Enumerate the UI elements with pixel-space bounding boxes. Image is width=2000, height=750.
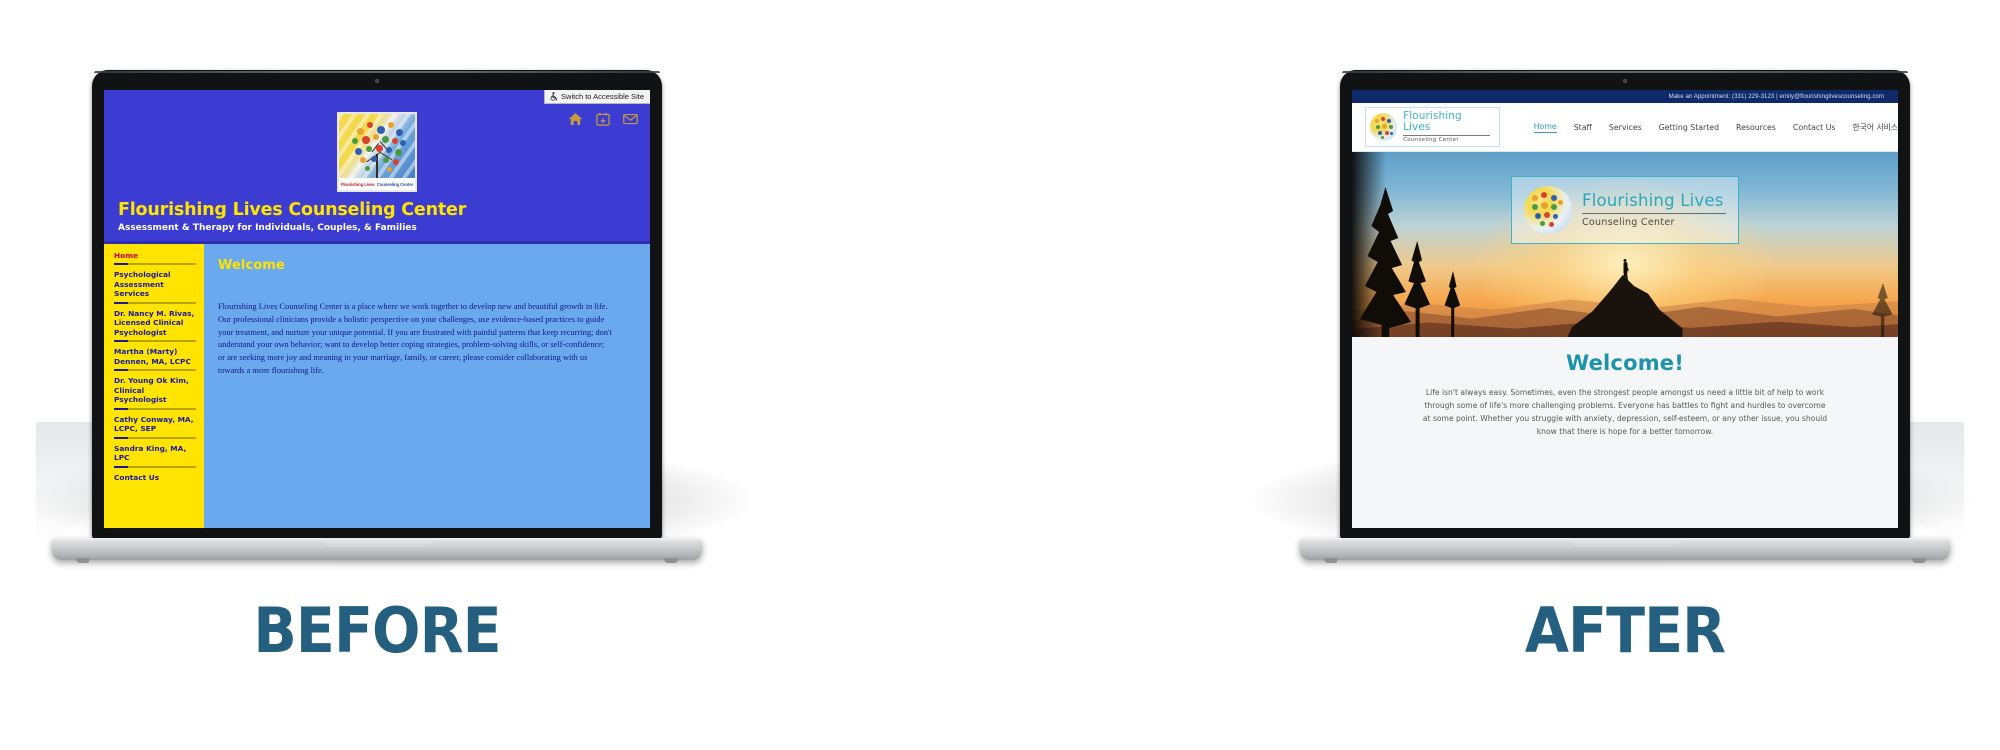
after-website: Make an Appointment: (331) 229-3123 | em… xyxy=(1352,90,1898,528)
before-webcam xyxy=(375,79,379,83)
after-hero-image: Flourishing Lives Counseling Center xyxy=(1352,152,1898,337)
sidebar-divider xyxy=(114,369,196,372)
accessible-site-toggle-wrap: Switch to Accessible Site xyxy=(544,90,650,104)
after-caption: AFTER xyxy=(1524,594,1726,667)
after-laptop-lid: Make an Appointment: (331) 229-3123 | em… xyxy=(1340,70,1910,540)
after-navbar: Flourishing Lives Counseling Center Home… xyxy=(1352,103,1898,152)
before-site-title: Flourishing Lives Counseling Center xyxy=(118,200,467,220)
brand-text: Flourishing Lives Counseling Center xyxy=(1403,109,1490,144)
laptop-foot-right xyxy=(1912,558,1926,563)
tab-resources[interactable]: Resources xyxy=(1736,123,1776,132)
after-welcome-paragraph: Life isn't always easy. Sometimes, even … xyxy=(1422,388,1828,437)
before-content-paragraph: Flourishing Lives Counseling Center is a… xyxy=(218,302,612,375)
sidebar-item-label: Cathy Conway, MA, LCPC, SEP xyxy=(114,414,194,434)
brand-logo-block[interactable]: Flourishing Lives Counseling Center xyxy=(1365,106,1500,148)
after-laptop-base xyxy=(1300,538,1950,563)
sidebar-item-cathy-conway[interactable]: Cathy Conway, MA, LCPC, SEP xyxy=(104,415,204,439)
sidebar-item-young-ok-kim[interactable]: Dr. Young Ok Kim, Clinical Psychologist xyxy=(104,376,204,410)
sidebar-item-home[interactable]: Home xyxy=(104,251,204,266)
before-website: Switch to Accessible Site Flourishing Li… xyxy=(104,90,650,528)
laptop-foot-left xyxy=(76,558,90,563)
sidebar-item-label: Dr. Young Ok Kim, Clinical Psychologist xyxy=(114,376,189,405)
tab-home[interactable]: Home xyxy=(1533,122,1557,133)
after-webcam xyxy=(1623,79,1627,83)
appointment-contact-text[interactable]: Make an Appointment: (331) 229-3123 | em… xyxy=(1669,93,1884,100)
before-header-icons xyxy=(568,112,638,126)
after-menu: Home Staff Services Getting Started Reso… xyxy=(1533,122,1898,133)
brand-line2: Counseling Center xyxy=(1403,136,1459,143)
hero-hiker-silhouette xyxy=(1622,259,1630,282)
tab-korean-services[interactable]: 한국어 서비스 xyxy=(1852,122,1898,133)
hero-title: Flourishing Lives xyxy=(1582,190,1724,210)
before-tree-logo: Flourishing Lives Counseling Center xyxy=(337,112,417,192)
before-caption: BEFORE xyxy=(253,594,501,667)
after-welcome-heading: Welcome! xyxy=(1565,351,1685,375)
sidebar-divider xyxy=(114,407,196,410)
comparison-stage: Switch to Accessible Site Flourishing Li… xyxy=(0,0,2000,750)
hero-tree-logo-icon xyxy=(1524,186,1572,234)
sidebar-item-contact-us[interactable]: Contact Us xyxy=(104,473,204,482)
sidebar-item-label: Dr. Nancy M. Rivas, Licensed Clinical Ps… xyxy=(114,308,195,337)
sidebar-item-martha-dennen[interactable]: Martha (Marty) Dennen, MA, LCPC xyxy=(104,347,204,372)
before-laptop-lid: Switch to Accessible Site Flourishing Li… xyxy=(92,70,662,540)
sidebar-divider xyxy=(114,340,196,343)
before-main-content: Welcome Flourishing Lives Counseling Cen… xyxy=(204,244,650,528)
brand-divider xyxy=(1403,134,1490,136)
sidebar-item-label: Psychological Assessment Services xyxy=(114,270,171,299)
hero-logo-text: Flourishing Lives Counseling Center xyxy=(1582,190,1726,229)
tab-services[interactable]: Services xyxy=(1609,123,1642,132)
before-screen: Switch to Accessible Site Flourishing Li… xyxy=(104,90,650,528)
hero-title-divider xyxy=(1582,212,1726,215)
logo-caption-right: Counseling Center xyxy=(376,181,414,187)
sidebar-divider xyxy=(114,436,196,439)
before-body: Home Psychological Assessment Services D… xyxy=(104,244,650,528)
switch-to-accessible-site-button[interactable]: Switch to Accessible Site xyxy=(544,90,650,104)
home-icon[interactable] xyxy=(568,112,583,126)
accessible-site-label: Switch to Accessible Site xyxy=(561,92,644,101)
sidebar-divider xyxy=(114,301,196,304)
hero-logo-card: Flourishing Lives Counseling Center xyxy=(1511,176,1739,244)
before-logo-caption: Flourishing Lives Counseling Center xyxy=(339,178,415,190)
tree-logo-icon xyxy=(1370,112,1398,141)
sidebar-item-label: Sandra King, MA, LPC xyxy=(114,443,187,463)
sidebar-item-psychological-assessment-services[interactable]: Psychological Assessment Services xyxy=(104,270,204,304)
after-screen: Make an Appointment: (331) 229-3123 | em… xyxy=(1352,90,1898,528)
sidebar-divider xyxy=(114,465,196,468)
before-sidebar-nav: Home Psychological Assessment Services D… xyxy=(104,244,204,528)
envelope-icon[interactable] xyxy=(623,113,638,125)
before-site-subtitle: Assessment & Therapy for Individuals, Co… xyxy=(118,223,417,233)
logo-caption-left: Flourishing Lives xyxy=(340,181,375,187)
after-welcome-section: Welcome! Life isn't always easy. Sometim… xyxy=(1352,337,1898,528)
sidebar-item-label: Contact Us xyxy=(114,472,160,482)
sidebar-item-label: Martha (Marty) Dennen, MA, LCPC xyxy=(114,347,191,366)
tab-contact-us[interactable]: Contact Us xyxy=(1793,123,1836,132)
laptop-foot-right xyxy=(664,558,678,563)
brand-line1: Flourishing Lives xyxy=(1403,109,1462,133)
wheelchair-icon xyxy=(550,92,558,101)
sidebar-item-nancy-rivas[interactable]: Dr. Nancy M. Rivas, Licensed Clinical Ps… xyxy=(104,308,204,343)
before-laptop-base xyxy=(52,538,702,563)
laptop-foot-left xyxy=(1324,558,1338,563)
sidebar-item-sandra-king[interactable]: Sandra King, MA, LPC xyxy=(104,444,204,468)
before-content-heading: Welcome xyxy=(218,258,285,273)
tab-staff[interactable]: Staff xyxy=(1574,123,1592,132)
sidebar-divider xyxy=(114,263,196,266)
tab-getting-started[interactable]: Getting Started xyxy=(1659,123,1719,132)
sidebar-item-label: Home xyxy=(114,251,138,260)
after-contact-topbar: Make an Appointment: (331) 229-3123 | em… xyxy=(1352,90,1898,103)
hero-subtitle: Counseling Center xyxy=(1582,217,1675,229)
calendar-icon[interactable] xyxy=(596,112,610,126)
